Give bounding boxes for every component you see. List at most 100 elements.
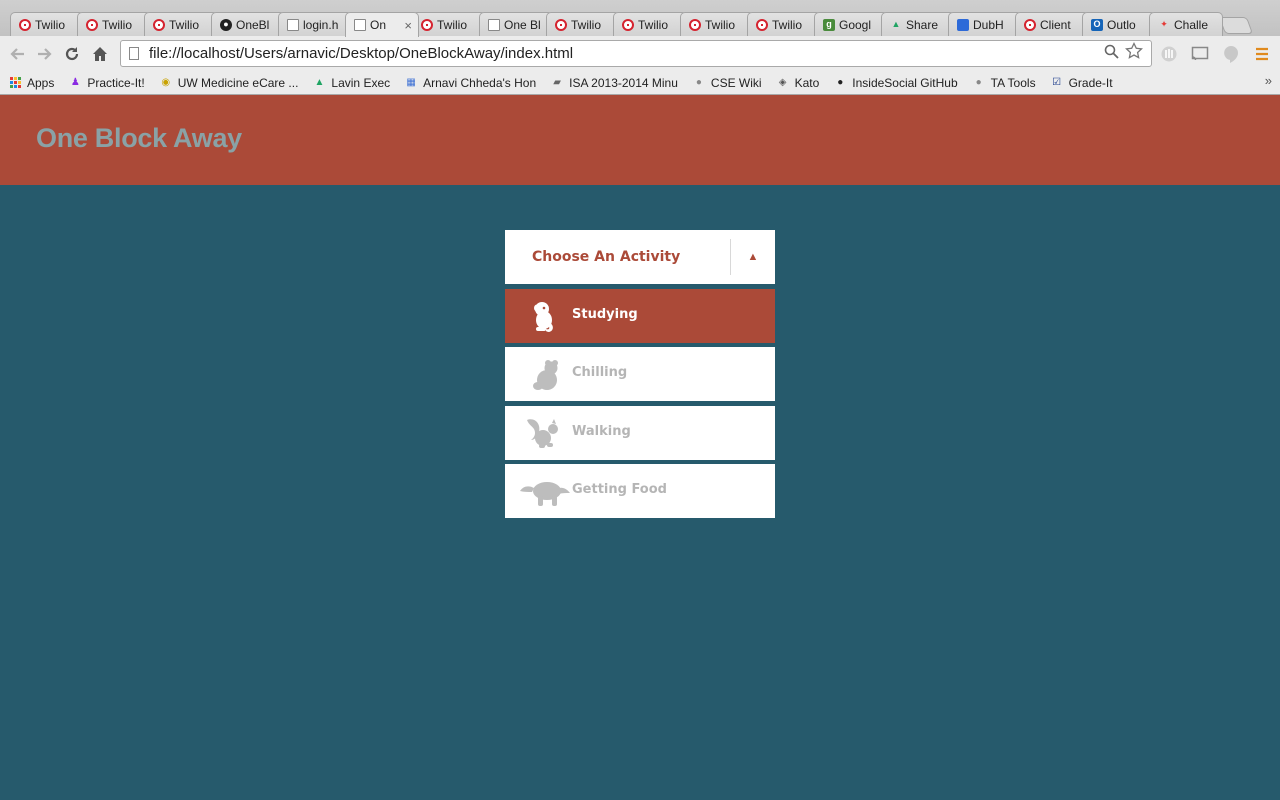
doc-icon xyxy=(488,18,500,31)
bookmark-item[interactable]: Apps xyxy=(8,76,54,90)
activity-option-getting-food[interactable]: Getting Food xyxy=(505,464,775,518)
tab-title: Googl xyxy=(839,17,872,32)
activity-option-walking[interactable]: Walking xyxy=(505,406,775,460)
activity-option-label: Studying xyxy=(572,307,638,322)
bookmark-label: TA Tools xyxy=(990,75,1036,90)
bookmark-star-icon[interactable] xyxy=(1125,41,1143,65)
activity-dropdown-toggle[interactable]: Choose An Activity ▲ xyxy=(505,230,775,284)
back-button[interactable] xyxy=(8,44,28,64)
outlook-icon: O xyxy=(1091,18,1103,31)
caret-up-icon[interactable]: ▲ xyxy=(731,230,775,284)
site-title: One Block Away xyxy=(36,123,242,153)
activity-option-chilling[interactable]: Chilling xyxy=(505,347,775,401)
monkey-icon xyxy=(534,302,553,332)
twilio-icon xyxy=(756,18,768,31)
kato-icon: ◈ xyxy=(778,76,787,88)
extension-icon[interactable] xyxy=(1160,45,1178,63)
tab-strip: Twilio Twilio Twilio ● OneBl login.h On × Twilio… xyxy=(0,0,1280,37)
dub-icon xyxy=(957,18,969,31)
browser-tab[interactable]: Twilio xyxy=(77,12,151,36)
squirrel-icon xyxy=(527,419,558,448)
bookmark-item[interactable]: ▦ Arnavi Chheda's Hon xyxy=(404,76,536,90)
bookmark-item[interactable]: ● CSE Wiki xyxy=(692,76,762,90)
browser-tab[interactable]: ✦ Challe xyxy=(1149,12,1223,36)
twilio-icon xyxy=(689,18,701,31)
activity-option-label: Chilling xyxy=(572,365,628,380)
browser-tab[interactable]: Twilio xyxy=(412,12,486,36)
url-input[interactable] xyxy=(149,45,1100,62)
browser-tab[interactable]: O Outlo xyxy=(1082,12,1156,36)
challenge-icon: ✦ xyxy=(1160,19,1168,29)
browser-tab[interactable]: DubH xyxy=(948,12,1022,36)
github-icon: ● xyxy=(837,76,844,88)
bookmark-item[interactable]: ◈ Kato xyxy=(776,76,820,90)
drive-icon: ▲ xyxy=(314,76,325,88)
browser-toolbar xyxy=(0,36,1280,71)
forward-button[interactable] xyxy=(34,44,54,64)
google-icon: g xyxy=(823,18,835,31)
hangouts-icon[interactable] xyxy=(1222,45,1240,63)
twilio-icon xyxy=(153,18,165,31)
browser-tab[interactable]: On × xyxy=(345,12,419,37)
browser-tab[interactable]: login.h xyxy=(278,12,352,36)
forward-arrow-icon xyxy=(38,48,52,60)
activity-option-studying[interactable]: Studying xyxy=(505,289,775,343)
bookmark-item[interactable]: ◉ UW Medicine eCare ... xyxy=(159,76,298,90)
twilio-icon xyxy=(622,18,634,31)
new-tab-button[interactable] xyxy=(1218,17,1254,34)
activity-option-label: Walking xyxy=(572,424,631,439)
bookmark-item[interactable]: ● InsideSocial GitHub xyxy=(833,76,957,90)
bookmarks-bar: Apps ♟ Practice-It! ◉ UW Medicine eCare ... ▲… xyxy=(0,71,1280,94)
browser-tab[interactable]: Twilio xyxy=(747,12,821,36)
twilio-icon xyxy=(1024,18,1036,31)
browser-tab[interactable]: Twilio xyxy=(613,12,687,36)
tab-title: OneBl xyxy=(236,17,270,32)
apps-icon xyxy=(8,76,22,90)
globe-icon: ● xyxy=(975,76,982,88)
bookmark-label: CSE Wiki xyxy=(710,75,762,90)
bookmark-label: Kato xyxy=(794,75,820,90)
github-icon: ● xyxy=(220,18,232,31)
bookmark-label: Apps xyxy=(27,75,55,90)
bookmark-label: ISA 2013-2014 Minu xyxy=(569,75,678,90)
tab-title: Twilio xyxy=(102,17,133,32)
reload-button[interactable] xyxy=(62,44,82,64)
bookmarks-overflow-button[interactable]: » xyxy=(1265,73,1272,88)
tab-title: Share xyxy=(906,17,939,32)
doc-icon xyxy=(354,19,366,31)
tab-title: Twilio xyxy=(437,17,468,32)
bookmark-item[interactable]: ▰ ISA 2013-2014 Minu xyxy=(550,76,678,90)
bookmark-label: InsideSocial GitHub xyxy=(852,75,958,90)
cast-icon[interactable] xyxy=(1191,45,1209,63)
drive-icon: ▲ xyxy=(891,19,901,29)
tab-title: Twilio xyxy=(638,17,669,32)
tab-title: Challe xyxy=(1174,17,1209,32)
chrome-menu-icon[interactable] xyxy=(1253,45,1271,63)
browser-tab[interactable]: g Googl xyxy=(814,12,888,36)
twilio-icon xyxy=(86,18,98,31)
back-arrow-icon xyxy=(10,48,24,60)
address-bar[interactable] xyxy=(120,40,1152,67)
twilio-icon xyxy=(421,18,433,31)
home-button[interactable] xyxy=(90,44,110,64)
browser-tab[interactable]: Client xyxy=(1015,12,1089,36)
browser-tab[interactable]: Twilio xyxy=(546,12,620,36)
browser-tab[interactable]: Twilio xyxy=(10,12,84,36)
bookmark-item[interactable]: ● TA Tools xyxy=(972,76,1036,90)
site-header: One Block Away xyxy=(0,95,1280,185)
bookmark-item[interactable]: ♟ Practice-It! xyxy=(68,76,145,90)
bookmark-item[interactable]: ☑ Grade-It xyxy=(1050,76,1113,90)
uwmed-icon: ◉ xyxy=(161,76,171,88)
bookmark-item[interactable]: ▲ Lavin Exec xyxy=(312,76,390,90)
browser-tab[interactable]: ● OneBl xyxy=(211,12,285,36)
browser-tab[interactable]: ▲ Share xyxy=(881,12,955,36)
bookmark-label: Lavin Exec xyxy=(331,75,391,90)
globe-icon: ● xyxy=(695,76,702,88)
tab-title: Outlo xyxy=(1107,17,1136,32)
browser-tab[interactable]: One Bl xyxy=(479,12,553,36)
browser-tab[interactable]: Twilio xyxy=(680,12,754,36)
close-tab-icon[interactable]: × xyxy=(404,18,412,33)
browser-tab[interactable]: Twilio xyxy=(144,12,218,36)
anteater-icon xyxy=(520,482,570,506)
search-icon[interactable] xyxy=(1104,44,1119,63)
